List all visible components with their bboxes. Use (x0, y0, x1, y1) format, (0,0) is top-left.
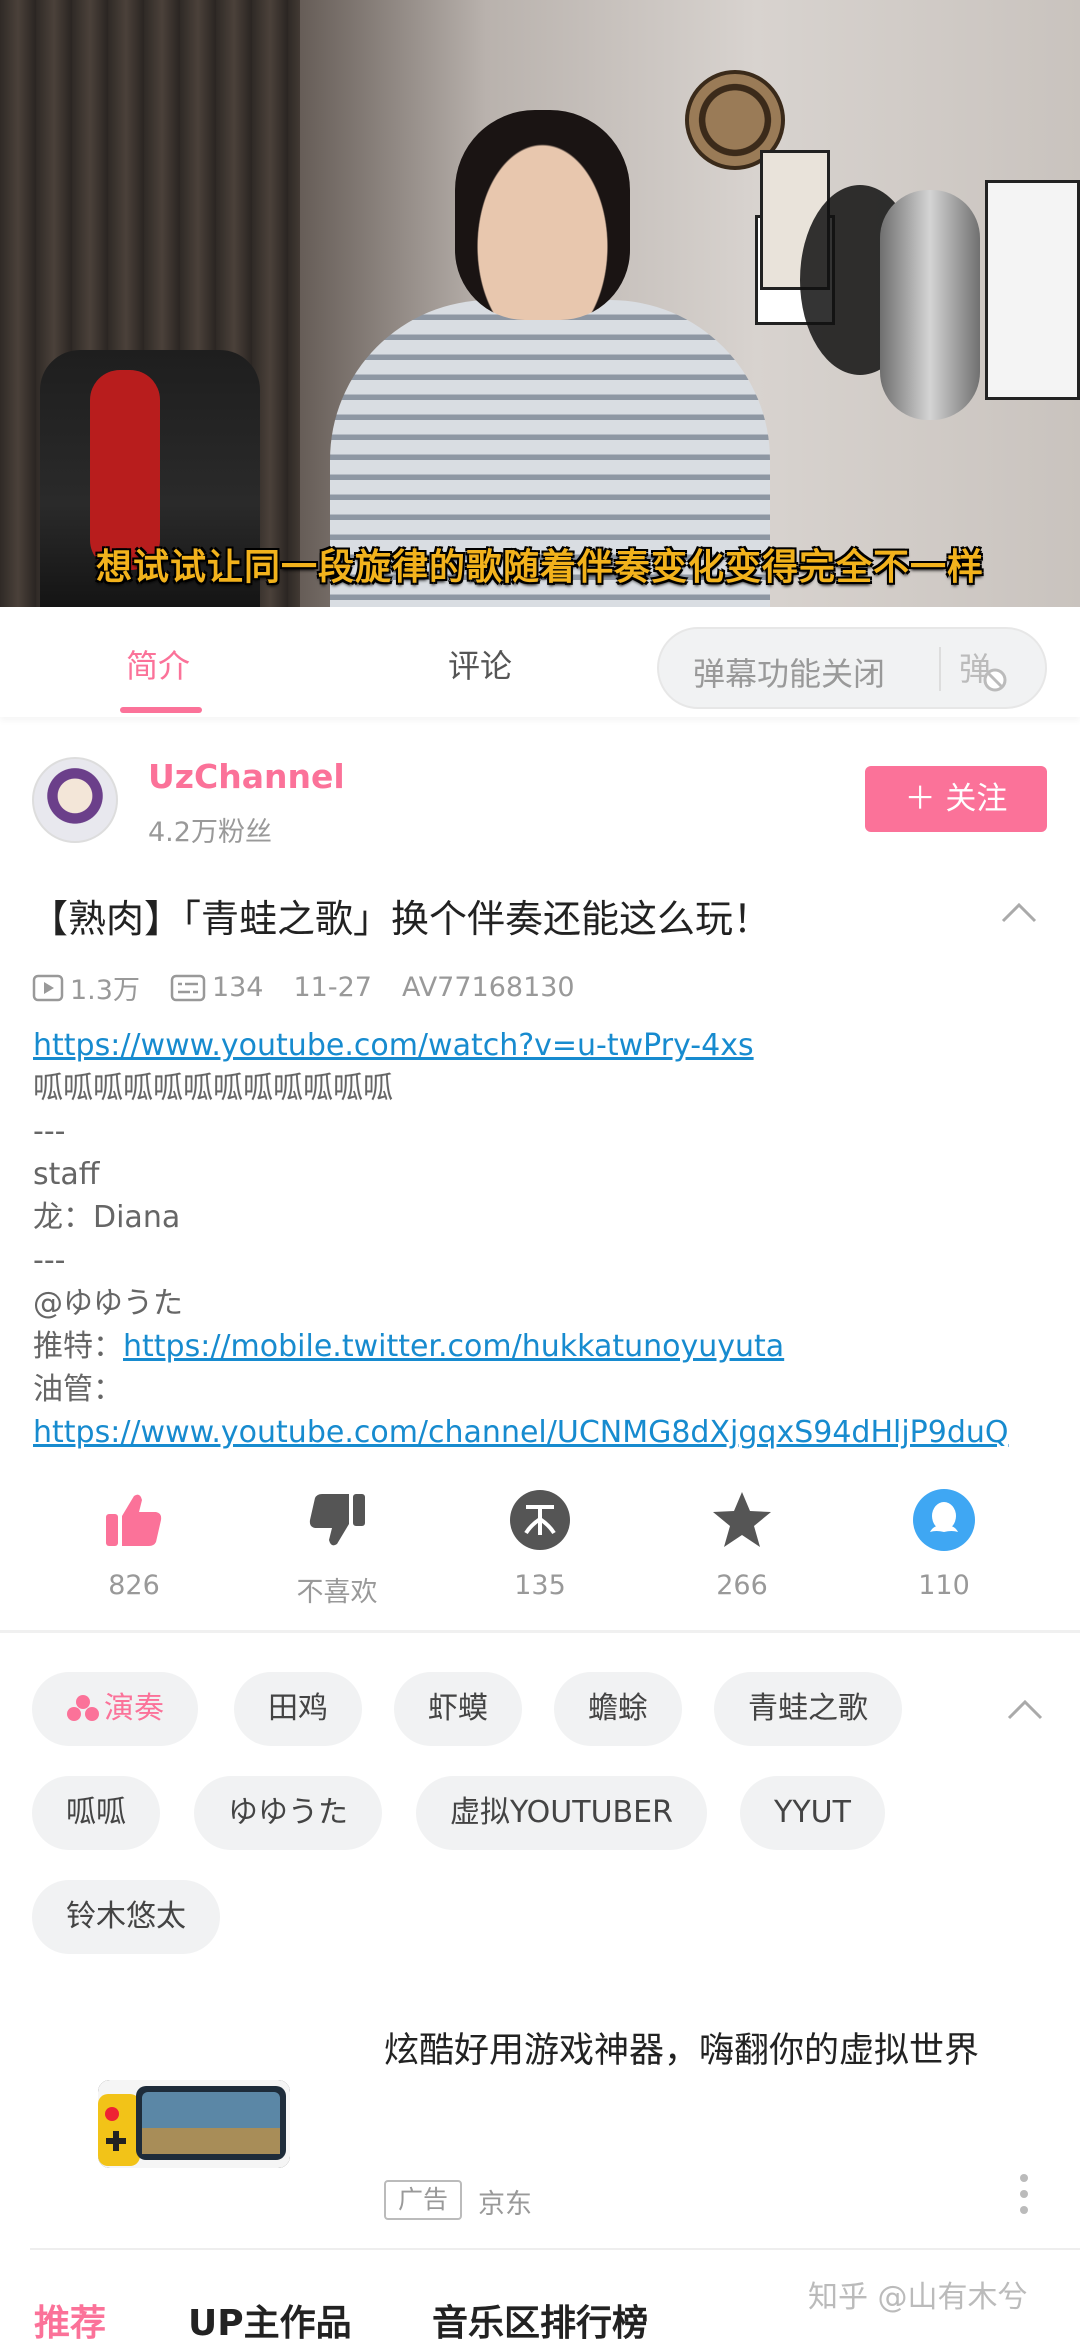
channel-icon (67, 1695, 99, 1721)
danmaku-input[interactable]: 弹幕功能关闭 弹 (657, 627, 1047, 709)
section-divider (0, 1630, 1080, 1633)
view-count-value: 1.3万 (70, 975, 140, 1006)
description-line: 呱呱呱呱呱呱呱呱呱呱呱呱 (33, 1071, 393, 1106)
coin-count: 135 (514, 1570, 566, 1601)
tag-chip[interactable]: 呱呱 (32, 1776, 160, 1850)
tag-chip[interactable]: 虚拟YOUTUBER (416, 1776, 707, 1850)
like-button[interactable]: 826 (64, 1488, 204, 1601)
danmaku-count: 134 (170, 972, 264, 1003)
description-twitter-label: 推特： (33, 1329, 123, 1364)
star-icon (713, 1492, 771, 1547)
dislike-label: 不喜欢 (296, 1577, 378, 1608)
video-title: 【熟肉】「青蛙之歌」换个伴奏还能这么玩！ (30, 897, 772, 941)
description-handle: @ゆゆうた (33, 1286, 183, 1321)
description-link-youtube-video[interactable]: https://www.youtube.com/watch?v=u-twPry-… (33, 1028, 754, 1063)
danmaku-status-label: 弹幕功能关闭 (693, 655, 886, 693)
tag-chip[interactable]: 田鸡 (234, 1672, 362, 1746)
video-subtitle: 想试试让同一段旋律的歌随着伴奏变化变得完全不一样 (95, 547, 984, 588)
description-youtube-label: 油管： (33, 1372, 123, 1407)
description-separator: --- (33, 1114, 66, 1149)
tab-music-ranking[interactable]: 音乐区排行榜 (432, 2294, 648, 2346)
tab-up-works[interactable]: UP主作品 (188, 2294, 352, 2346)
description-dragon: 龙：Diana (33, 1200, 181, 1235)
video-meta: 1.3万 134 11-27 AV77168130 (32, 968, 605, 1007)
section-divider (30, 2248, 1080, 2250)
tag-label: 演奏 (104, 1691, 164, 1726)
like-count: 826 (108, 1570, 160, 1601)
thumbs-down-icon (309, 1494, 365, 1546)
thumbs-up-icon (106, 1494, 162, 1546)
tab-recommend[interactable]: 推荐 (34, 2294, 106, 2346)
dislike-button[interactable]: 不喜欢 (267, 1488, 407, 1609)
description-separator: --- (33, 1243, 66, 1278)
tag-chip[interactable]: 虾蟆 (394, 1672, 522, 1746)
description-link-youtube-channel[interactable]: https://www.youtube.com/channel/UCNMG8dX… (33, 1415, 1009, 1450)
video-frame-person-head (455, 110, 630, 320)
detail-tab-bar: 简介 评论 弹幕功能关闭 弹 (0, 607, 1080, 717)
video-frame-poster (985, 180, 1080, 400)
uploader-name[interactable]: UzChannel (148, 757, 345, 796)
play-count-icon (32, 974, 64, 1001)
uploader-fans: 4.2万粉丝 (148, 817, 272, 848)
favorite-button[interactable]: 266 (672, 1488, 812, 1601)
description-staff: staff (33, 1157, 100, 1192)
danmaku-separator (939, 647, 941, 691)
tag-chip[interactable]: 蟾蜍 (554, 1672, 682, 1746)
tab-active-indicator (120, 707, 202, 713)
uploader-avatar[interactable] (32, 757, 118, 843)
tag-chip[interactable]: YYUT (740, 1776, 885, 1850)
share-button[interactable]: 110 (874, 1488, 1014, 1601)
collapse-description-chevron-up-icon[interactable] (1000, 900, 1038, 924)
ad-title[interactable]: 炫酷好用游戏神器，嗨翻你的虚拟世界 (384, 2022, 979, 2073)
view-count: 1.3万 (32, 968, 140, 1007)
danmaku-off-icon[interactable]: 弹 (959, 647, 1009, 693)
watermark: 知乎 @山有木兮 (808, 2280, 1028, 2315)
video-frame-microphone (880, 190, 980, 420)
tag-chip[interactable]: ゆゆうた (194, 1776, 382, 1850)
publish-date: 11-27 (293, 972, 372, 1003)
ad-badge: 广告 (384, 2180, 463, 2220)
danmaku-count-icon (170, 974, 206, 1001)
video-player[interactable]: 想试试让同一段旋律的歌随着伴奏变化变得完全不一样 (0, 0, 1080, 607)
coin-button[interactable]: 135 (470, 1488, 610, 1601)
av-number: AV77168130 (401, 972, 575, 1003)
coin-icon (510, 1490, 570, 1550)
description-link-twitter[interactable]: https://mobile.twitter.com/hukkatunoyuyu… (123, 1329, 784, 1364)
danmaku-count-value: 134 (211, 972, 264, 1003)
tab-comments[interactable]: 评论 (448, 641, 512, 687)
collapse-tags-chevron-up-icon[interactable] (1006, 1697, 1044, 1721)
tag-chip[interactable]: 演奏 (32, 1672, 198, 1746)
video-description: https://www.youtube.com/watch?v=u-twPry-… (33, 1024, 1063, 1454)
follow-button[interactable]: ＋ 关注 (865, 766, 1047, 832)
share-count: 110 (918, 1570, 970, 1601)
favorite-count: 266 (716, 1570, 768, 1601)
more-options-icon[interactable] (1018, 2172, 1030, 2216)
tag-chip[interactable]: 铃木悠太 (32, 1880, 220, 1954)
game-controller-image (98, 2080, 290, 2168)
qq-share-icon (913, 1489, 975, 1551)
ad-image[interactable] (98, 2080, 290, 2168)
tag-chip[interactable]: 青蛙之歌 (714, 1672, 902, 1746)
tab-intro[interactable]: 简介 (126, 641, 190, 687)
ad-source: 京东 (478, 2189, 532, 2220)
